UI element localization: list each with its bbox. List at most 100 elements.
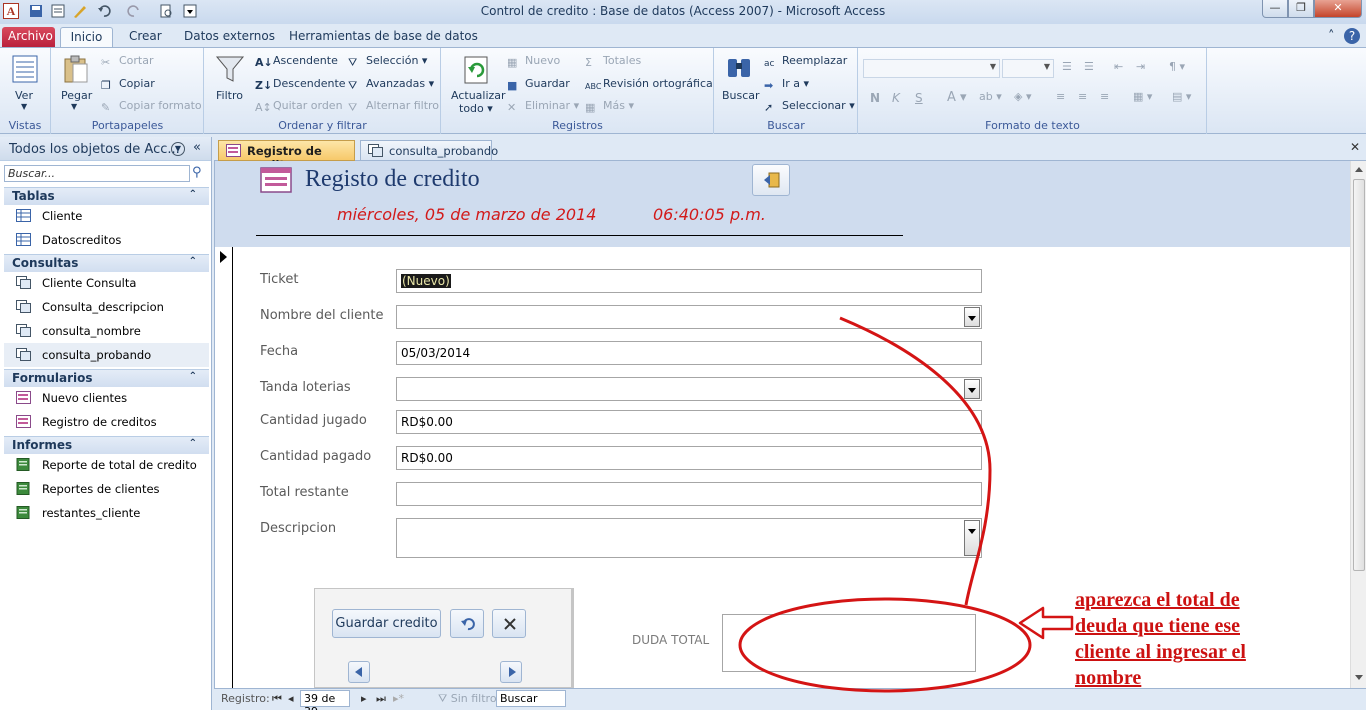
scroll-up-icon[interactable] (1355, 167, 1363, 172)
new-record-icon[interactable]: ▸* (393, 692, 404, 705)
bold-button[interactable]: N (870, 91, 880, 105)
chevron-down-icon[interactable]: ▼ (171, 142, 185, 156)
nav-item-reporte-total[interactable]: Reporte de total de credito (4, 453, 209, 477)
bullets-icon[interactable]: ☰ (1062, 60, 1072, 73)
nav-item-reportes-clientes[interactable]: Reportes de clientes (4, 477, 209, 501)
font-name-select[interactable]: ▼ (863, 59, 1000, 78)
ascendente-button[interactable]: A↓Ascendente (255, 54, 338, 69)
seleccionar-button[interactable]: ➚ Seleccionar ▾ (764, 99, 855, 114)
nav-item-cliente[interactable]: Cliente (4, 204, 209, 228)
current-record-input[interactable]: 39 de 39 (300, 690, 350, 710)
vertical-scrollbar[interactable] (1350, 161, 1366, 688)
nav-section-consultas[interactable]: Consultas ⌃ (4, 254, 209, 272)
scroll-thumb[interactable] (1353, 179, 1365, 571)
close-document-icon[interactable]: ✕ (1350, 140, 1360, 154)
nav-section-formularios[interactable]: Formularios ⌃ (4, 369, 209, 387)
quitar-orden-button[interactable]: A↕Quitar orden (255, 99, 343, 114)
maximize-button[interactable]: ❐ (1288, 0, 1314, 18)
next-record-icon[interactable]: ▸ (361, 692, 367, 705)
nav-section-tablas[interactable]: Tablas ⌃ (4, 187, 209, 205)
buscar-button[interactable]: Buscar (722, 89, 760, 102)
descendente-button[interactable]: Z↓Descendente (255, 77, 346, 92)
ticket-field[interactable]: (Nuevo) (396, 269, 982, 293)
paragraph-icon[interactable]: ¶ ▾ (1169, 60, 1185, 73)
align-right-icon[interactable]: ≡ (1100, 90, 1109, 103)
indent-increase-icon[interactable]: ⇥ (1136, 60, 1145, 73)
tab-herramientas[interactable]: Herramientas de base de datos (283, 27, 484, 48)
chevron-down-icon[interactable] (964, 520, 980, 556)
nav-item-cliente-consulta[interactable]: Cliente Consulta (4, 271, 209, 295)
eliminar-button[interactable]: ✕ Eliminar ▾ (507, 99, 579, 114)
total-restante-field[interactable] (396, 482, 982, 506)
filter-icon[interactable] (215, 54, 245, 84)
view-icon[interactable] (10, 54, 40, 84)
revision-button[interactable]: ABC Revisión ortográfica (585, 77, 713, 94)
chevron-down-icon[interactable] (964, 307, 980, 327)
close-button[interactable]: ✕ (1314, 0, 1362, 18)
guardar-button[interactable]: ■ Guardar (507, 77, 570, 92)
actualizar-todo-label[interactable]: todo ▾ (459, 102, 493, 115)
refresh-icon[interactable] (462, 55, 492, 85)
alternar-filtro-button[interactable]: ⛛ Alternar filtro (348, 99, 439, 114)
chevron-down-icon[interactable]: ▼ (71, 102, 77, 111)
font-color-icon[interactable]: A ▾ (947, 90, 967, 105)
exit-button[interactable] (752, 164, 790, 196)
descripcion-combo[interactable] (396, 518, 982, 558)
filter-status[interactable]: ⛛ Sin filtro (438, 692, 497, 706)
cantidad-pagado-field[interactable]: RD$0.00 (396, 446, 982, 470)
tanda-loterias-combo[interactable] (396, 377, 982, 401)
next-record-button[interactable] (500, 661, 522, 683)
tab-inicio[interactable]: Inicio (60, 27, 113, 48)
fill-color-icon[interactable]: ◈ ▾ (1014, 90, 1031, 103)
underline-button[interactable]: S (915, 91, 923, 105)
nav-item-restantes-cliente[interactable]: restantes_cliente (4, 501, 209, 525)
chevron-down-icon[interactable]: ▼ (21, 102, 27, 111)
doc-tab-consulta-probando[interactable]: consulta_probando (360, 140, 498, 161)
nombre-cliente-combo[interactable] (396, 305, 982, 329)
highlight-icon[interactable]: ab ▾ (979, 90, 1002, 103)
prev-record-icon[interactable]: ◂ (288, 692, 294, 705)
collapse-pane-icon[interactable]: « (193, 140, 201, 155)
nav-item-consulta-probando[interactable]: consulta_probando (4, 343, 209, 367)
tab-datos-externos[interactable]: Datos externos (178, 27, 281, 48)
reemplazar-button[interactable]: ac Reemplazar (764, 54, 847, 71)
scroll-down-icon[interactable] (1355, 675, 1363, 680)
align-center-icon[interactable]: ≡ (1078, 90, 1087, 103)
nav-item-nuevo-clientes[interactable]: Nuevo clientes (4, 386, 209, 410)
nav-item-consulta-descripcion[interactable]: Consulta_descripcion (4, 295, 209, 319)
nuevo-button[interactable]: ▦ Nuevo (507, 54, 560, 69)
fecha-field[interactable]: 05/03/2014 (396, 341, 982, 365)
ir-a-button[interactable]: ➡ Ir a ▾ (764, 77, 809, 92)
cortar-button[interactable]: ✂ Cortar (101, 54, 154, 69)
minimize-button[interactable]: — (1262, 0, 1288, 18)
nav-item-registro-creditos[interactable]: Registro de creditos (4, 410, 209, 434)
binoculars-icon[interactable] (724, 54, 754, 84)
record-search-input[interactable]: Buscar (496, 690, 566, 707)
help-minimize-icon[interactable]: ˄ (1322, 27, 1341, 48)
cantidad-jugado-field[interactable]: RD$0.00 (396, 410, 982, 434)
guardar-credito-button[interactable]: Guardar credito (332, 609, 441, 638)
italic-button[interactable]: K (892, 91, 900, 105)
delete-button[interactable] (492, 609, 526, 638)
help-icon[interactable]: ? (1344, 28, 1360, 44)
actualizar-button[interactable]: Actualizar (451, 89, 506, 102)
numbering-icon[interactable]: ☰ (1084, 60, 1094, 73)
nav-section-informes[interactable]: Informes ⌃ (4, 436, 209, 454)
nav-header[interactable]: Todos los objetos de Acc... ▼ « (0, 137, 211, 161)
tab-archivo[interactable]: Archivo (2, 27, 55, 48)
filtro-button[interactable]: Filtro (216, 89, 243, 102)
indent-decrease-icon[interactable]: ⇤ (1114, 60, 1123, 73)
ver-button[interactable]: Ver (15, 89, 33, 102)
alt-row-color-icon[interactable]: ▤ ▾ (1172, 90, 1191, 103)
first-record-icon[interactable]: ⏮ (272, 692, 282, 706)
pegar-button[interactable]: Pegar (61, 89, 92, 102)
copiar-button[interactable]: ❐ Copiar (101, 77, 155, 92)
totales-button[interactable]: Σ Totales (585, 54, 641, 69)
record-selector[interactable] (215, 247, 233, 688)
deuda-total-field[interactable] (722, 614, 976, 672)
nav-item-datoscreditos[interactable]: Datoscreditos (4, 228, 209, 252)
font-size-select[interactable]: ▼ (1002, 59, 1054, 78)
avanzadas-button[interactable]: ⛛ Avanzadas ▾ (348, 77, 434, 92)
tab-crear[interactable]: Crear (123, 27, 168, 48)
previous-record-button[interactable] (348, 661, 370, 683)
